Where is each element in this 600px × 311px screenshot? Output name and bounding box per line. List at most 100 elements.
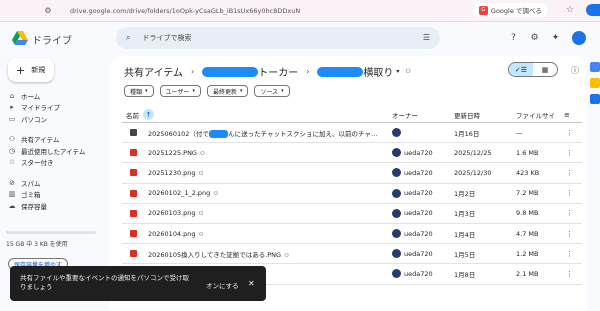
google-icon: G <box>478 5 488 15</box>
grid-view-button[interactable]: ▦ <box>533 63 557 76</box>
table-row[interactable]: 20251230.png ⚇ ueda720 2025/12/30 423 KB … <box>122 163 582 184</box>
sidebar-item-home[interactable]: ⌂ ホーム <box>0 90 110 102</box>
storage-usage-text: 15 GB 中 3 KB を使用 <box>6 241 68 248</box>
filter-source[interactable]: ソース ▾ <box>254 85 290 97</box>
file-size: 1.6 MB <box>516 148 539 157</box>
more-actions-icon[interactable]: ⋮ <box>566 230 573 238</box>
owner-avatar <box>392 168 401 178</box>
column-name[interactable]: 名前 ↑ <box>126 109 154 120</box>
filter-people[interactable]: ユーザー ▾ <box>159 85 201 97</box>
drive-logo-icon[interactable] <box>12 31 28 45</box>
more-actions-icon[interactable]: ⋮ <box>566 129 573 137</box>
owner-name: ueda720 <box>404 229 433 238</box>
image-file-icon <box>130 250 137 258</box>
image-file-icon <box>130 189 137 197</box>
new-button[interactable]: + 新規 <box>8 58 54 82</box>
sidebar-item-starred[interactable]: ☆ スター付き <box>0 157 110 169</box>
profile-avatar[interactable] <box>586 4 600 16</box>
breadcrumb-current[interactable]: 横取り <box>363 64 393 79</box>
chevron-down-icon[interactable]: ▾ <box>396 68 399 75</box>
breadcrumb-mid[interactable]: トーカー <box>258 64 298 79</box>
filter-type[interactable]: 種類 ▾ <box>124 85 154 97</box>
keep-icon[interactable] <box>590 78 600 88</box>
table-row[interactable]: 20260105換入りしてきた証拠ではある.PNG ⚇ ueda720 1月5日 … <box>122 244 582 265</box>
column-date[interactable]: 更新日時 <box>454 110 480 120</box>
filter-modified[interactable]: 最終更新 ▾ <box>206 85 249 97</box>
sidebar-item-my-drive[interactable]: ▸ マイドライブ <box>0 102 110 114</box>
spam-icon: ⊘ <box>9 178 15 187</box>
filter-label: ソース <box>260 88 279 96</box>
shared-people-icon: ⚇ <box>198 211 204 218</box>
side-panel-rail <box>588 56 600 311</box>
search-input[interactable]: ドライブで検索 <box>142 33 191 43</box>
sidebar-item-label: ホーム <box>21 92 41 101</box>
search-bar[interactable]: ⌕ ドライブで検索 ☰ <box>116 27 440 49</box>
browser-right-actions: G Google で調べる ☆ <box>472 3 600 17</box>
owner-name: ueda720 <box>404 168 433 177</box>
table-row[interactable]: 20251225.PNG ⚇ ueda720 2025/12/25 1.6 MB … <box>122 143 582 164</box>
sort-ascending-icon[interactable]: ↑ <box>143 109 154 120</box>
owner-avatar <box>392 269 401 279</box>
breadcrumb-root[interactable]: 共有アイテム <box>124 64 183 79</box>
more-actions-icon[interactable]: ⋮ <box>566 149 573 157</box>
new-button-label: 新規 <box>31 66 46 74</box>
table-row[interactable]: 20260104.png ⚇ ueda720 1月4日 4.7 MB ⋮ <box>122 224 582 245</box>
info-icon[interactable]: ⓘ <box>571 65 579 76</box>
bookmark-star-icon[interactable]: ☆ <box>566 5 574 15</box>
owner-name: ueda720 <box>404 189 433 198</box>
sidebar-item-computers[interactable]: ▭ パソコン <box>0 113 110 125</box>
more-actions-icon[interactable]: ⋮ <box>566 169 573 177</box>
file-name-text: 20251230.png <box>148 168 196 177</box>
calendar-icon[interactable] <box>590 62 600 72</box>
browser-address-bar: ⚙ drive.google.com/drive/folders/1oOpk-y… <box>0 0 600 22</box>
modified-date: 1月8日 <box>454 270 476 279</box>
modified-date: 1月2日 <box>454 190 476 199</box>
sidebar-item-trash[interactable]: ▥ ゴミ箱 <box>0 189 110 201</box>
file-name-text: 20260104.png <box>148 229 196 238</box>
more-actions-icon[interactable]: ⋮ <box>566 250 573 258</box>
file-size: 2.1 MB <box>516 269 539 278</box>
help-icon[interactable]: ? <box>508 32 519 43</box>
file-name-text: 20251225.PNG <box>148 148 197 157</box>
gemini-spark-icon[interactable]: ✦ <box>550 32 561 43</box>
owner: ueda720 <box>392 208 433 218</box>
column-owner[interactable]: オーナー <box>392 110 418 120</box>
account-avatar[interactable] <box>572 31 586 45</box>
google-lens-button[interactable]: G Google で調べる <box>472 3 548 17</box>
chevron-right-icon: › <box>191 67 195 76</box>
sort-options-icon[interactable]: ≡ <box>564 111 570 119</box>
column-size[interactable]: ファイルサイ <box>516 110 555 120</box>
drive-header: ドライブ ⌕ ドライブで検索 ☰ ? ⚙ ✦ ⋮ <box>0 22 600 56</box>
tasks-icon[interactable] <box>590 94 600 104</box>
site-info-icon[interactable]: ⚙ <box>42 5 54 17</box>
search-icon[interactable]: ⌕ <box>126 33 130 43</box>
home-icon: ⌂ <box>9 91 15 100</box>
list-view-button[interactable]: ✓☰ <box>509 63 533 76</box>
sidebar-item-label: 共有アイテム <box>21 136 60 145</box>
sidebar-item-recent[interactable]: ◷ 最近使用したアイテム <box>0 145 110 157</box>
file-name: 20251230.png ⚇ <box>148 169 203 177</box>
file-name: 2025060102（付でxxxxxんに送ったチャットスクショに加え、以前のチャ… <box>148 128 377 138</box>
more-actions-icon[interactable]: ⋮ <box>566 270 573 278</box>
close-icon[interactable]: ✕ <box>248 279 255 288</box>
owner: ueda720 <box>392 229 433 239</box>
table-row[interactable]: 2025060102（付でxxxxxんに送ったチャットスクショに加え、以前のチャ… <box>122 123 582 144</box>
table-header: 名前 ↑ オーナー 更新日時 ファイルサイ ≡ <box>122 107 582 123</box>
owner: ueda720 <box>392 249 433 259</box>
sidebar-nav: ⌂ ホーム ▸ マイドライブ ▭ パソコン ⚇ 共有アイテム ◷ 最近使用したア… <box>0 90 110 212</box>
file-name: 20260104.png ⚇ <box>148 230 203 238</box>
url-text[interactable]: drive.google.com/drive/folders/1oOpk-yCs… <box>70 7 300 15</box>
search-options-icon[interactable]: ☰ <box>423 33 430 42</box>
sidebar-item-storage[interactable]: ☁ 保存容量 <box>0 200 110 212</box>
table-row[interactable]: 20260103.png ⚇ ueda720 1月3日 9.8 MB ⋮ <box>122 204 582 224</box>
more-actions-icon[interactable]: ⋮ <box>566 209 573 217</box>
enable-notifications-button[interactable]: オンにする <box>206 280 239 290</box>
redacted-name <box>317 66 364 77</box>
file-rows: 2025060102（付でxxxxxんに送ったチャットスクショに加え、以前のチャ… <box>122 123 582 285</box>
sidebar-item-spam[interactable]: ⊘ スパム <box>0 177 110 189</box>
more-actions-icon[interactable]: ⋮ <box>566 189 573 197</box>
sidebar-item-shared[interactable]: ⚇ 共有アイテム <box>0 134 110 146</box>
table-row[interactable]: 20260102_1_2.png ⚇ ueda720 1月2日 7.2 MB ⋮ <box>122 184 582 204</box>
owner-avatar <box>392 128 401 138</box>
settings-gear-icon[interactable]: ⚙ <box>529 32 540 43</box>
